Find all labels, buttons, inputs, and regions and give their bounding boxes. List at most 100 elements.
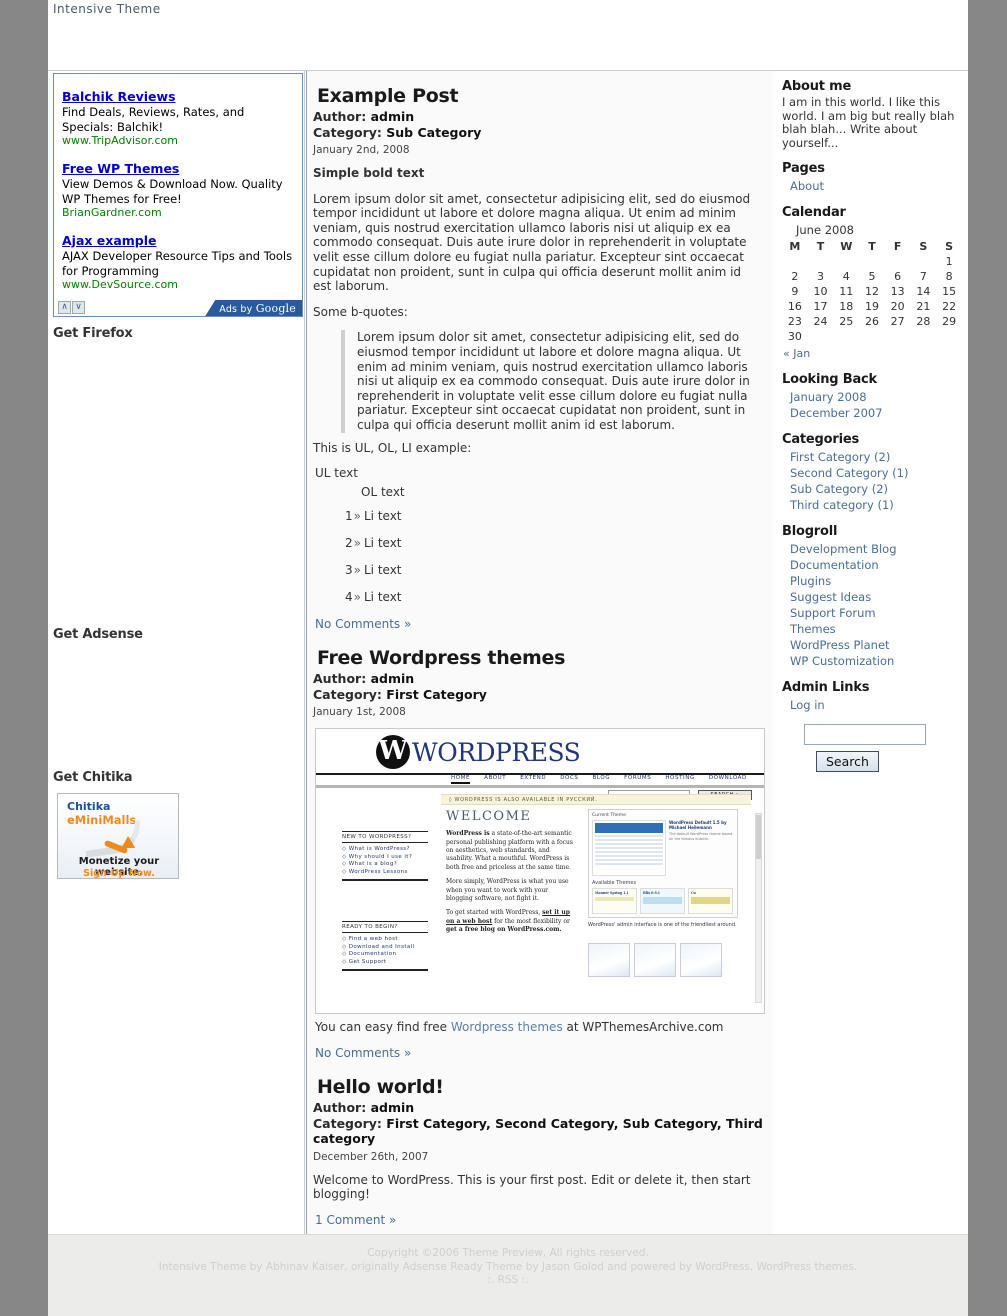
- wp-nav-download[interactable]: DOWNLOAD: [709, 775, 747, 784]
- blogroll-link[interactable]: WordPress Planet: [790, 638, 890, 652]
- list-item[interactable]: Third category (1): [782, 497, 962, 513]
- post-date: January 1st, 2008: [313, 706, 406, 719]
- ad-title-link[interactable]: Free WP Themes: [62, 162, 294, 176]
- post-example-post: Example Post Author: admin Category: Sub…: [313, 85, 763, 631]
- calendar-day: 16: [787, 300, 802, 314]
- wp-new-link[interactable]: ◇ Why should I use it?: [342, 854, 428, 862]
- ad-title-link[interactable]: Balchik Reviews: [62, 90, 294, 104]
- wp-new-link[interactable]: ◇ What is WordPress?: [342, 846, 428, 854]
- blogroll-link[interactable]: Plugins: [790, 574, 831, 588]
- wordpress-screenshot-image[interactable]: W WORDPRESS HOME ABOUT EXTEND DOCS BLOG …: [315, 728, 765, 1015]
- category-value[interactable]: Sub Category: [386, 125, 481, 140]
- list-item[interactable]: Plugins: [782, 573, 962, 589]
- archive-link[interactable]: December 2007: [790, 406, 883, 420]
- post-category: Category: Sub Category: [313, 125, 763, 141]
- wp-new-link[interactable]: ◇ WordPress Lessons: [342, 869, 428, 877]
- list-item[interactable]: Support Forum: [782, 605, 962, 621]
- wp-nav-extend[interactable]: EXTEND: [520, 775, 546, 784]
- ad-pager[interactable]: ∧ ∨: [58, 301, 85, 314]
- list-item[interactable]: Sub Category (2): [782, 481, 962, 497]
- search-form: Search: [804, 724, 962, 773]
- list-item[interactable]: December 2007: [782, 405, 962, 421]
- calendar-day: 3: [817, 270, 825, 284]
- blogroll-link[interactable]: Support Forum: [790, 606, 876, 620]
- footer-rss[interactable]: :. RSS :.: [48, 1274, 968, 1288]
- wp-new-link[interactable]: ◇ What is a blog?: [342, 861, 428, 869]
- wp-scrollbar[interactable]: [755, 813, 762, 1004]
- wp-nav-hosting[interactable]: HOSTING: [665, 775, 695, 784]
- blogroll-link[interactable]: Development Blog: [790, 542, 897, 556]
- ads-by-label: Ads by: [219, 304, 256, 315]
- wp-scrollbar-thumb[interactable]: [756, 815, 761, 860]
- calendar-week-row: 1: [782, 254, 962, 269]
- wp-nav-blog[interactable]: BLOG: [592, 775, 610, 784]
- list-item[interactable]: Suggest Ideas: [782, 589, 962, 605]
- wp-ready-link[interactable]: ◇ Find a web host: [342, 936, 428, 944]
- list-item[interactable]: WordPress Planet: [782, 637, 962, 653]
- wordpress-themes-link[interactable]: Wordpress themes: [451, 1020, 563, 1034]
- calendar-prev-link[interactable]: « Jan: [783, 347, 810, 360]
- post-title[interactable]: Example Post: [317, 85, 763, 107]
- wordpress-mark-icon: W: [376, 735, 410, 770]
- category-link[interactable]: Third category (1): [790, 498, 894, 512]
- chitika-cta[interactable]: Sign-Up Now.: [63, 868, 175, 878]
- comments-link[interactable]: No Comments »: [315, 1046, 763, 1060]
- post-title[interactable]: Free Wordpress themes: [317, 647, 763, 669]
- ol-item: OL text: [361, 485, 405, 500]
- ad-unit[interactable]: Free WP Themes View Demos & Download Now…: [62, 162, 294, 220]
- list-item[interactable]: Documentation: [782, 557, 962, 573]
- chevron-up-icon[interactable]: ∧: [58, 301, 71, 314]
- blog-title[interactable]: Intensive Theme: [53, 2, 161, 16]
- site-header: Intensive Theme: [48, 0, 968, 71]
- calendar-day: 7: [919, 270, 927, 284]
- chevron-down-icon[interactable]: ∨: [72, 301, 85, 314]
- archive-link[interactable]: January 2008: [790, 390, 867, 404]
- ad-unit[interactable]: Ajax example AJAX Developer Resource Tip…: [62, 234, 294, 292]
- wp-ready-link[interactable]: ◇ Get Support: [342, 959, 428, 967]
- wp-nav-about[interactable]: ABOUT: [484, 775, 506, 784]
- list-item[interactable]: January 2008: [782, 389, 962, 405]
- login-link[interactable]: Log in: [790, 698, 825, 712]
- blogroll-link[interactable]: WP Customization: [790, 654, 894, 668]
- chitika-ad-banner[interactable]: Chitika eMiniMalls Monetize your website…: [57, 793, 179, 879]
- list-item[interactable]: WP Customization: [782, 653, 962, 669]
- ad-url-link[interactable]: www.DevSource.com: [62, 278, 294, 292]
- blogroll-list: Development Blog Documentation Plugins S…: [782, 541, 962, 669]
- blogroll-link[interactable]: Suggest Ideas: [790, 590, 871, 604]
- post-hello-world: Hello world! Author: admin Category: Fir…: [313, 1076, 763, 1227]
- list-item[interactable]: Themes: [782, 621, 962, 637]
- ad-url-link[interactable]: BrianGardner.com: [62, 206, 294, 220]
- ads-by-google-badge[interactable]: Ads by Google: [205, 300, 302, 316]
- wp-nav-home[interactable]: HOME: [451, 775, 471, 785]
- category-link[interactable]: First Category (2): [790, 450, 890, 464]
- search-input[interactable]: [804, 724, 926, 746]
- list-item[interactable]: Second Category (1): [782, 465, 962, 481]
- blogroll-link[interactable]: Documentation: [790, 558, 879, 572]
- widget-pages: Pages About: [782, 161, 962, 194]
- calendar-day: 26: [864, 315, 879, 329]
- wp-ready-link[interactable]: ◇ Documentation: [342, 951, 428, 959]
- page-link-about[interactable]: About: [790, 179, 824, 193]
- list-item[interactable]: Development Blog: [782, 541, 962, 557]
- category-link[interactable]: Sub Category (2): [790, 482, 888, 496]
- blogroll-link[interactable]: Themes: [790, 622, 836, 636]
- list-item[interactable]: About: [782, 178, 962, 194]
- list-item[interactable]: Log in: [782, 697, 962, 713]
- wordpress-logo: W WORDPRESS: [376, 735, 581, 770]
- search-button[interactable]: Search: [816, 751, 879, 773]
- post-title[interactable]: Hello world!: [317, 1076, 763, 1098]
- calendar-nav-row: « Jan: [782, 344, 962, 361]
- ad-title-link[interactable]: Ajax example: [62, 234, 294, 248]
- wp-ready-link[interactable]: ◇ Download and Install: [342, 944, 428, 952]
- list-arrow-icon: »: [353, 536, 361, 551]
- ad-url-link[interactable]: www.TripAdvisor.com: [62, 134, 294, 148]
- category-value[interactable]: First Category: [386, 687, 487, 702]
- wp-nav-docs[interactable]: DOCS: [560, 775, 578, 784]
- ad-unit[interactable]: Balchik Reviews Find Deals, Reviews, Rat…: [62, 90, 294, 148]
- wp-thumb: [634, 943, 676, 978]
- category-link[interactable]: Second Category (1): [790, 466, 908, 480]
- wp-nav-forums[interactable]: FORUMS: [624, 775, 651, 784]
- comments-link[interactable]: 1 Comment »: [315, 1213, 763, 1227]
- list-item[interactable]: First Category (2): [782, 449, 962, 465]
- comments-link[interactable]: No Comments »: [315, 617, 763, 631]
